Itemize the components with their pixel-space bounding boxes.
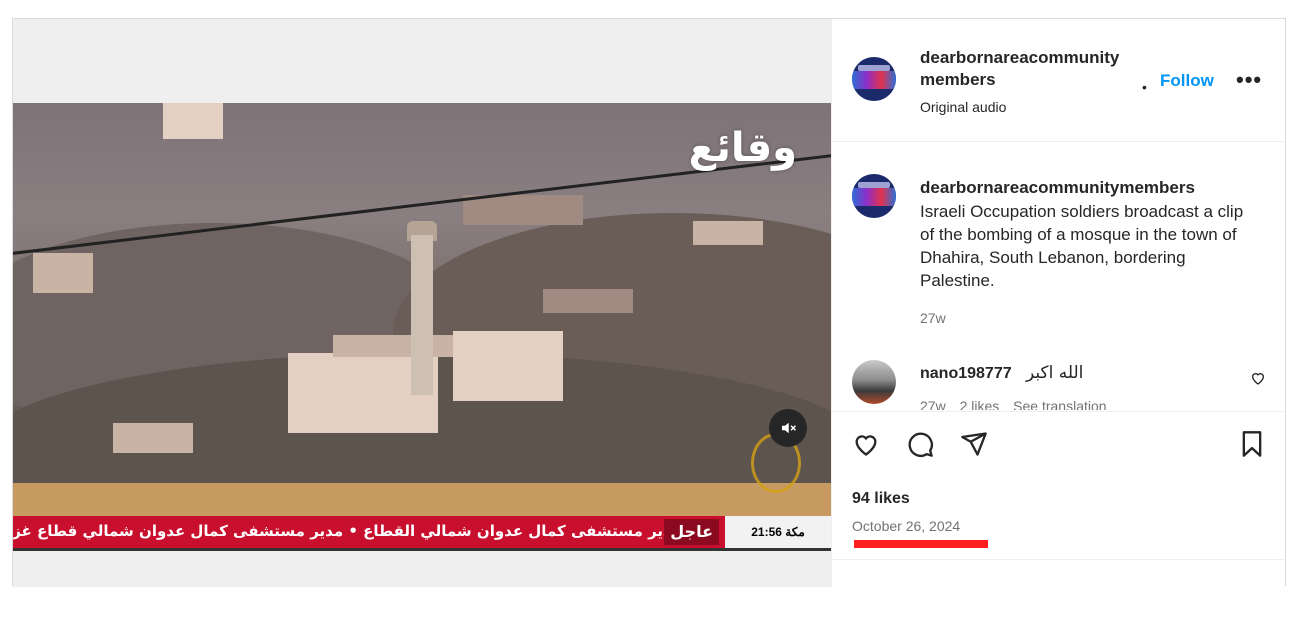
ticker-text: مدير مستشفى كمال عدوان شمالي القطاع • مد… bbox=[13, 522, 681, 540]
likes-count[interactable]: 94 likes bbox=[852, 490, 910, 508]
mute-button[interactable] bbox=[769, 409, 807, 447]
comment-heart-icon[interactable] bbox=[1250, 370, 1266, 386]
video-player[interactable]: وقائع مدير مستشفى كمال عدوان شمالي القطا… bbox=[13, 103, 831, 551]
speaker-muted-icon bbox=[782, 422, 797, 434]
breaking-badge: عاجل bbox=[664, 519, 719, 545]
action-bar: 94 likes October 26, 2024 bbox=[832, 411, 1286, 560]
comment-text: الله اكبر bbox=[1026, 363, 1084, 383]
comment-meta: 27w 2 likes See translation bbox=[920, 398, 1117, 410]
heart-icon[interactable] bbox=[852, 430, 880, 458]
caption-text: Israeli Occupation soldiers broadcast a … bbox=[920, 202, 1244, 290]
more-options-button[interactable]: ••• bbox=[1236, 67, 1262, 93]
news-ticker: مدير مستشفى كمال عدوان شمالي القطاع • مد… bbox=[13, 516, 831, 548]
comment-likes[interactable]: 2 likes bbox=[960, 398, 1000, 410]
post-sidebar: dearbornareacommunity members Original a… bbox=[831, 19, 1286, 587]
channel-watermark: وقائع bbox=[688, 125, 797, 171]
comment-avatar[interactable] bbox=[852, 360, 896, 404]
comment-icon[interactable] bbox=[906, 430, 934, 458]
post-header: dearbornareacommunity members Original a… bbox=[832, 19, 1286, 142]
ticker-clock: 21:56 مكة bbox=[725, 516, 831, 548]
separator-dot: • bbox=[1142, 79, 1147, 95]
post-card: وقائع مدير مستشفى كمال عدوان شمالي القطا… bbox=[12, 18, 1286, 587]
avatar[interactable] bbox=[852, 57, 896, 101]
bookmark-icon[interactable] bbox=[1238, 430, 1266, 458]
share-icon[interactable] bbox=[960, 430, 988, 458]
caption-username[interactable]: dearbornareacommunitymembers bbox=[920, 178, 1195, 198]
caption-timestamp[interactable]: 27w bbox=[920, 310, 946, 326]
comment-username[interactable]: nano198777 bbox=[920, 365, 1012, 383]
audio-label[interactable]: Original audio bbox=[920, 99, 1006, 115]
header-username[interactable]: dearbornareacommunity members bbox=[920, 47, 1160, 91]
follow-button[interactable]: Follow bbox=[1160, 71, 1214, 91]
date-highlight bbox=[854, 540, 988, 548]
comments-panel[interactable]: dearbornareacommunitymembers Israeli Occ… bbox=[832, 142, 1286, 410]
caption-avatar[interactable] bbox=[852, 174, 896, 218]
comment-timestamp[interactable]: 27w bbox=[920, 398, 946, 410]
media-panel: وقائع مدير مستشفى كمال عدوان شمالي القطا… bbox=[13, 19, 831, 587]
post-date[interactable]: October 26, 2024 bbox=[852, 518, 960, 534]
see-translation-link[interactable]: See translation bbox=[1013, 398, 1106, 410]
